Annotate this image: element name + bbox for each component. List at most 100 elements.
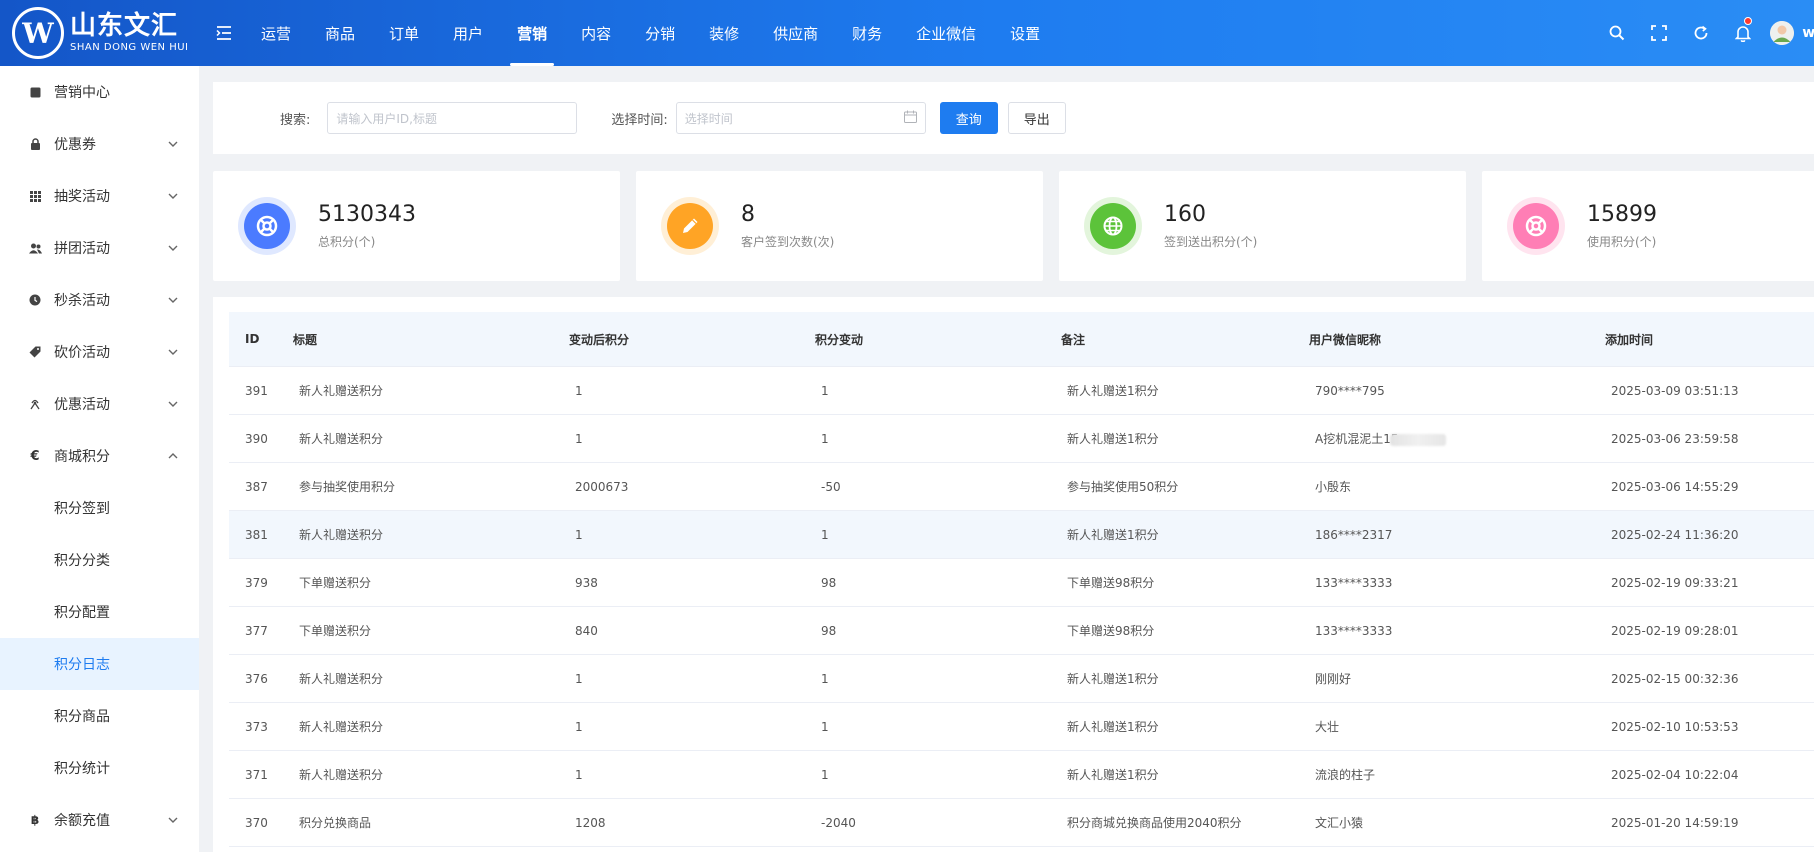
search-icon[interactable]: [1596, 0, 1638, 66]
stat-label: 使用积分(个): [1587, 234, 1657, 249]
table-header-row: ID 标题 变动后积分 积分变动 备注 用户微信昵称 添加时间: [229, 312, 1814, 367]
col-header-change[interactable]: 积分变动: [815, 331, 1061, 348]
main-nav: 运营 商品 订单 用户 营销 内容 分销 装修 供应商 财务 企业微信 设置: [244, 0, 1057, 66]
table-row[interactable]: 373 新人礼赠送积分 1 1 新人礼赠送1积分 大壮 2025-02-10 10:53:5…: [229, 703, 1814, 751]
cell-points-change: 98: [821, 623, 837, 638]
nav-item-marketing[interactable]: 营销: [500, 0, 564, 66]
menu-collapse-icon[interactable]: [208, 0, 240, 66]
nav-label: 设置: [1010, 24, 1041, 43]
sidebar-item-label: 商城积分: [54, 449, 110, 465]
nav-item-users[interactable]: 用户: [436, 0, 500, 66]
username: wi: [1802, 25, 1814, 41]
col-header-note[interactable]: 备注: [1061, 331, 1309, 348]
query-button[interactable]: 查询: [939, 102, 998, 134]
cell-note: 参与抽奖使用50积分: [1067, 480, 1179, 494]
nav-item-content[interactable]: 内容: [564, 0, 628, 66]
cell-note: 新人礼赠送1积分: [1067, 672, 1159, 686]
nav-label: 分销: [645, 24, 676, 43]
top-header: W 山东文汇 SHAN DONG WEN HUI 运营 商品 订单 用户 营销 …: [0, 0, 1814, 66]
cell-points-change: 1: [821, 719, 829, 734]
cell-points-change: -50: [821, 479, 841, 494]
nav-item-settings[interactable]: 设置: [993, 0, 1057, 66]
nav-item-finance[interactable]: 财务: [835, 0, 899, 66]
sidebar-item-coupons[interactable]: 优惠券: [0, 118, 199, 170]
table-row[interactable]: 387 参与抽奖使用积分 2000673 -50 参与抽奖使用50积分 小殷东 2025-0…: [229, 463, 1814, 511]
table-row[interactable]: 371 新人礼赠送积分 1 1 新人礼赠送1积分 流浪的柱子 2025-02-04 10:2…: [229, 751, 1814, 799]
square-icon: [28, 85, 42, 99]
cell-note: 新人礼赠送1积分: [1067, 432, 1159, 446]
sidebar-item-balance-recharge[interactable]: ฿ 余额充值: [0, 794, 199, 846]
sidebar-item-group-buy[interactable]: 拼团活动: [0, 222, 199, 274]
nav-item-operations[interactable]: 运营: [244, 0, 308, 66]
cell-note: 新人礼赠送1积分: [1067, 768, 1159, 782]
euro-icon: €: [30, 448, 40, 464]
cell-time: 2025-03-06 14:55:29: [1611, 479, 1739, 494]
sidebar-sub-label: 积分日志: [54, 657, 110, 673]
nav-label: 商品: [325, 24, 356, 43]
sidebar-sub-points-stats[interactable]: 积分统计: [0, 742, 199, 794]
sidebar-sub-points-products[interactable]: 积分商品: [0, 690, 199, 742]
cell-nickname: 790****795: [1315, 383, 1385, 398]
nav-label: 财务: [852, 24, 883, 43]
sidebar-item-flash-sale[interactable]: 秒杀活动: [0, 274, 199, 326]
nav-item-products[interactable]: 商品: [308, 0, 372, 66]
col-header-id[interactable]: ID: [229, 332, 293, 346]
sidebar-sub-points-log[interactable]: 积分日志: [0, 638, 199, 690]
sidebar-item-lottery[interactable]: 抽奖活动: [0, 170, 199, 222]
fullscreen-icon[interactable]: [1638, 0, 1680, 66]
sidebar-sub-points-config[interactable]: 积分配置: [0, 586, 199, 638]
cell-time: 2025-03-06 23:59:58: [1611, 431, 1739, 446]
stat-value: 15899: [1587, 202, 1657, 228]
nav-label: 订单: [389, 24, 420, 43]
bell-icon[interactable]: [1722, 0, 1764, 66]
table-row[interactable]: 376 新人礼赠送积分 1 1 新人礼赠送1积分 刚刚好 2025-02-15 00:32:…: [229, 655, 1814, 703]
sidebar-sub-points-category[interactable]: 积分分类: [0, 534, 199, 586]
cell-title: 新人礼赠送积分: [299, 768, 384, 782]
sidebar-item-marketing-center[interactable]: 营销中心: [0, 66, 199, 118]
cell-title: 新人礼赠送积分: [299, 432, 384, 446]
nav-item-distribution[interactable]: 分销: [628, 0, 692, 66]
search-input[interactable]: 请输入用户ID,标题: [327, 102, 578, 134]
chevron-down-icon: [167, 346, 179, 358]
table-row[interactable]: 379 下单赠送积分 938 98 下单赠送98积分 133****3333 2025-02…: [229, 559, 1814, 607]
brand-logo[interactable]: W 山东文汇 SHAN DONG WEN HUI: [0, 0, 200, 66]
col-header-title[interactable]: 标题: [293, 331, 569, 348]
col-header-after[interactable]: 变动后积分: [569, 331, 815, 348]
table-body: 391 新人礼赠送积分 1 1 新人礼赠送1积分 790****795 2025-03-09…: [229, 367, 1814, 847]
table-row[interactable]: 390 新人礼赠送积分 1 1 新人礼赠送1积分 A挖机混泥土15 2025-03-06 2…: [229, 415, 1814, 463]
stat-icon-ring: [1507, 197, 1565, 255]
col-header-nickname[interactable]: 用户微信昵称: [1309, 331, 1605, 348]
cell-points-change: 1: [821, 431, 829, 446]
table-row[interactable]: 377 下单赠送积分 840 98 下单赠送98积分 133****3333 2025-02…: [229, 607, 1814, 655]
sidebar-item-label: 砍价活动: [54, 345, 110, 361]
col-header-time[interactable]: 添加时间: [1605, 331, 1814, 348]
nav-item-orders[interactable]: 订单: [372, 0, 436, 66]
stat-card-checkin-count: 8 客户签到次数(次): [636, 171, 1043, 281]
cell-time: 2025-02-19 09:28:01: [1611, 623, 1739, 638]
table-row[interactable]: 391 新人礼赠送积分 1 1 新人礼赠送1积分 790****795 2025-03-09…: [229, 367, 1814, 415]
user-menu[interactable]: wi: [1764, 0, 1814, 66]
sidebar-sub-label: 积分签到: [54, 501, 110, 517]
cell-nickname: 刚刚好: [1315, 672, 1352, 686]
chevron-down-icon: [167, 294, 179, 306]
cell-title: 新人礼赠送积分: [299, 720, 384, 734]
points-log-table: ID 标题 变动后积分 积分变动 备注 用户微信昵称 添加时间 391 新人礼赠送…: [229, 312, 1814, 847]
nav-item-supplier[interactable]: 供应商: [756, 0, 835, 66]
stat-icon-ring: [238, 197, 296, 255]
nav-item-wecom[interactable]: 企业微信: [899, 0, 993, 66]
cell-note: 新人礼赠送1积分: [1067, 528, 1159, 542]
export-button[interactable]: 导出: [1007, 102, 1066, 134]
sidebar-item-mall-points[interactable]: € 商城积分: [0, 430, 199, 482]
table-row[interactable]: 370 积分兑换商品 1208 -2040 积分商城兑换商品使用2040积分 文汇小猿 20…: [229, 799, 1814, 847]
stat-icon-ring: [661, 197, 719, 255]
refresh-icon[interactable]: [1680, 0, 1722, 66]
table-row[interactable]: 381 新人礼赠送积分 1 1 新人礼赠送1积分 186****2317 2025-02-2…: [229, 511, 1814, 559]
cell-id: 381: [245, 527, 268, 542]
sidebar-sub-points-checkin[interactable]: 积分签到: [0, 482, 199, 534]
chevron-down-icon: [167, 814, 179, 826]
sidebar-item-promotions[interactable]: 优惠活动: [0, 378, 199, 430]
date-picker[interactable]: 选择时间: [675, 102, 926, 134]
cell-id: 377: [245, 623, 268, 638]
sidebar-item-bargain[interactable]: 砍价活动: [0, 326, 199, 378]
nav-item-decoration[interactable]: 装修: [692, 0, 756, 66]
